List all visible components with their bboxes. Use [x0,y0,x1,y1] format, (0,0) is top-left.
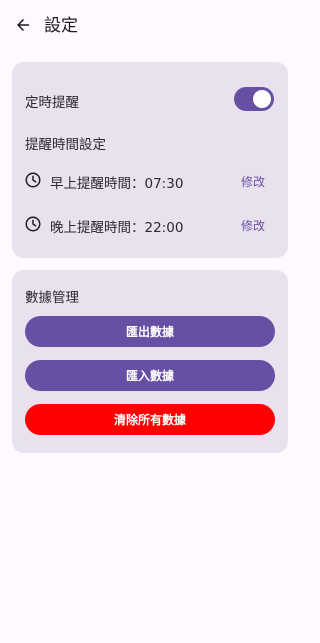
reminder-time-section-label: 提醒時間設定 [25,137,106,153]
arrow-left-icon[interactable] [12,14,34,36]
export-data-button[interactable]: 匯出數據 [25,316,275,347]
clear-all-data-button[interactable]: 清除所有數據 [25,404,275,435]
app-bar: 設定 [0,0,300,52]
page-title: 設定 [44,16,78,36]
clock-icon [25,216,41,232]
clock-icon [25,172,41,188]
toggle-knob [253,90,271,108]
timed-reminder-label: 定時提醒 [25,95,79,111]
edit-evening-time-button[interactable]: 修改 [241,217,265,234]
import-data-button[interactable]: 匯入數據 [25,360,275,391]
data-management-label: 數據管理 [25,290,79,306]
morning-reminder-time: 早上提醒時間：07:30 [50,176,184,192]
reminder-settings-card: 定時提醒 提醒時間設定 早上提醒時間：07:30 修改 晚上提醒時間：22:00… [12,62,288,258]
evening-reminder-time: 晚上提醒時間：22:00 [50,220,184,236]
timed-reminder-toggle[interactable] [234,87,274,111]
data-management-card: 數據管理 匯出數據 匯入數據 清除所有數據 [12,270,288,453]
edit-morning-time-button[interactable]: 修改 [241,173,265,190]
